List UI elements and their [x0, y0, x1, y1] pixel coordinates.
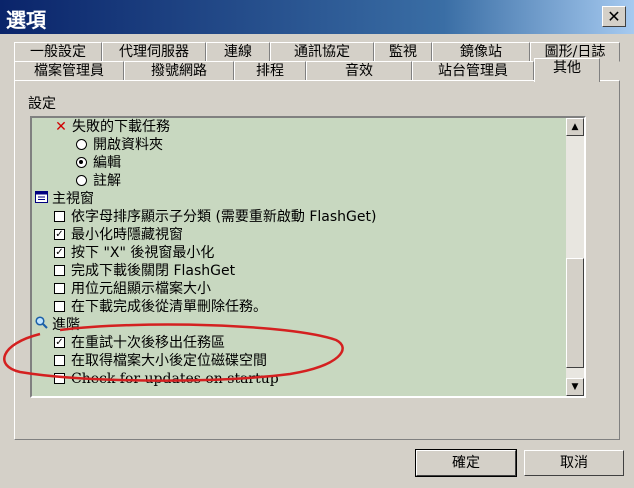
checkbox-sort-alpha[interactable]: 依字母排序顯示子分類 (需要重新啟動 FlashGet)	[54, 208, 376, 226]
tab-proxy[interactable]: 代理伺服器	[102, 42, 206, 62]
tree-item-main-window[interactable]: 主視窗	[34, 190, 94, 208]
checkbox-hide-minimized[interactable]: ✓ 最小化時隱藏視窗	[54, 226, 183, 244]
settings-tree[interactable]: ✕ 失敗的下載任務 開啟資料夾 編輯 註解 主視窗 依字母排序顯示子分類 (需要重…	[30, 116, 586, 398]
cancel-button[interactable]: 取消	[524, 450, 624, 476]
checkbox-icon	[54, 282, 65, 294]
checkbox-x-minimize[interactable]: ✓ 按下 "X" 後視窗最小化	[54, 244, 214, 262]
tab-site-manager[interactable]: 站台管理員	[412, 61, 534, 81]
window-icon	[34, 190, 48, 208]
checkbox-checked-icon: ✓	[54, 246, 65, 258]
checkbox-icon	[54, 372, 65, 384]
tab-sound[interactable]: 音效	[306, 61, 412, 81]
checkbox-icon	[54, 264, 65, 276]
radio-edit[interactable]: 編輯	[76, 154, 121, 172]
checkbox-icon	[54, 354, 65, 366]
checkbox-icon	[54, 210, 65, 222]
arrow-up-icon: ▲	[571, 122, 579, 132]
tab-other[interactable]: 其他	[534, 58, 600, 82]
checkbox-icon	[54, 300, 65, 312]
tab-mirror[interactable]: 鏡像站	[432, 42, 530, 62]
red-x-icon: ✕	[55, 119, 67, 135]
scroll-thumb[interactable]	[566, 258, 584, 368]
checkbox-retry-remove[interactable]: ✓ 在重試十次後移出任務區	[54, 334, 225, 352]
close-icon: ✕	[607, 7, 621, 26]
checkbox-remove-list[interactable]: 在下載完成後從清單刪除任務。	[54, 298, 267, 316]
tree-item-failed-task[interactable]: ✕ 失敗的下載任務	[54, 118, 170, 136]
scroll-up-button[interactable]: ▲	[566, 118, 584, 136]
tab-protocol[interactable]: 通訊協定	[270, 42, 374, 62]
scroll-down-button[interactable]: ▼	[566, 378, 584, 396]
settings-label: 設定	[28, 96, 56, 112]
close-button[interactable]: ✕	[602, 6, 626, 27]
ok-button[interactable]: 確定	[415, 449, 517, 477]
tab-file-manager[interactable]: 檔案管理員	[14, 61, 124, 81]
checkbox-close-after[interactable]: 完成下載後關閉 FlashGet	[54, 262, 235, 280]
tree-item-advanced[interactable]: 進階	[34, 316, 80, 334]
title-bar: 選項 ✕	[0, 0, 634, 34]
checkbox-show-bytes[interactable]: 用位元組顯示檔案大小	[54, 280, 211, 298]
radio-icon	[76, 138, 87, 150]
checkbox-checked-icon: ✓	[54, 336, 65, 348]
radio-icon	[76, 174, 87, 186]
window-title: 選項	[6, 8, 46, 32]
tab-monitor[interactable]: 監視	[374, 42, 432, 62]
checkbox-checked-icon: ✓	[54, 228, 65, 240]
arrow-down-icon: ▼	[571, 382, 579, 392]
checkbox-allocate-space[interactable]: 在取得檔案大小後定位磁碟空間	[54, 352, 267, 370]
tab-schedule[interactable]: 排程	[234, 61, 306, 81]
radio-selected-icon	[76, 156, 87, 168]
radio-comment[interactable]: 註解	[76, 172, 121, 190]
tab-connection[interactable]: 連線	[206, 42, 270, 62]
radio-open-folder[interactable]: 開啟資料夾	[76, 136, 163, 154]
checkbox-check-updates[interactable]: Check for updates on startup	[54, 370, 279, 388]
tab-dialup[interactable]: 撥號網路	[124, 61, 234, 81]
tab-general[interactable]: 一般設定	[14, 42, 102, 62]
vertical-scrollbar[interactable]: ▲ ▼	[566, 118, 584, 396]
magnifier-icon	[34, 316, 48, 334]
